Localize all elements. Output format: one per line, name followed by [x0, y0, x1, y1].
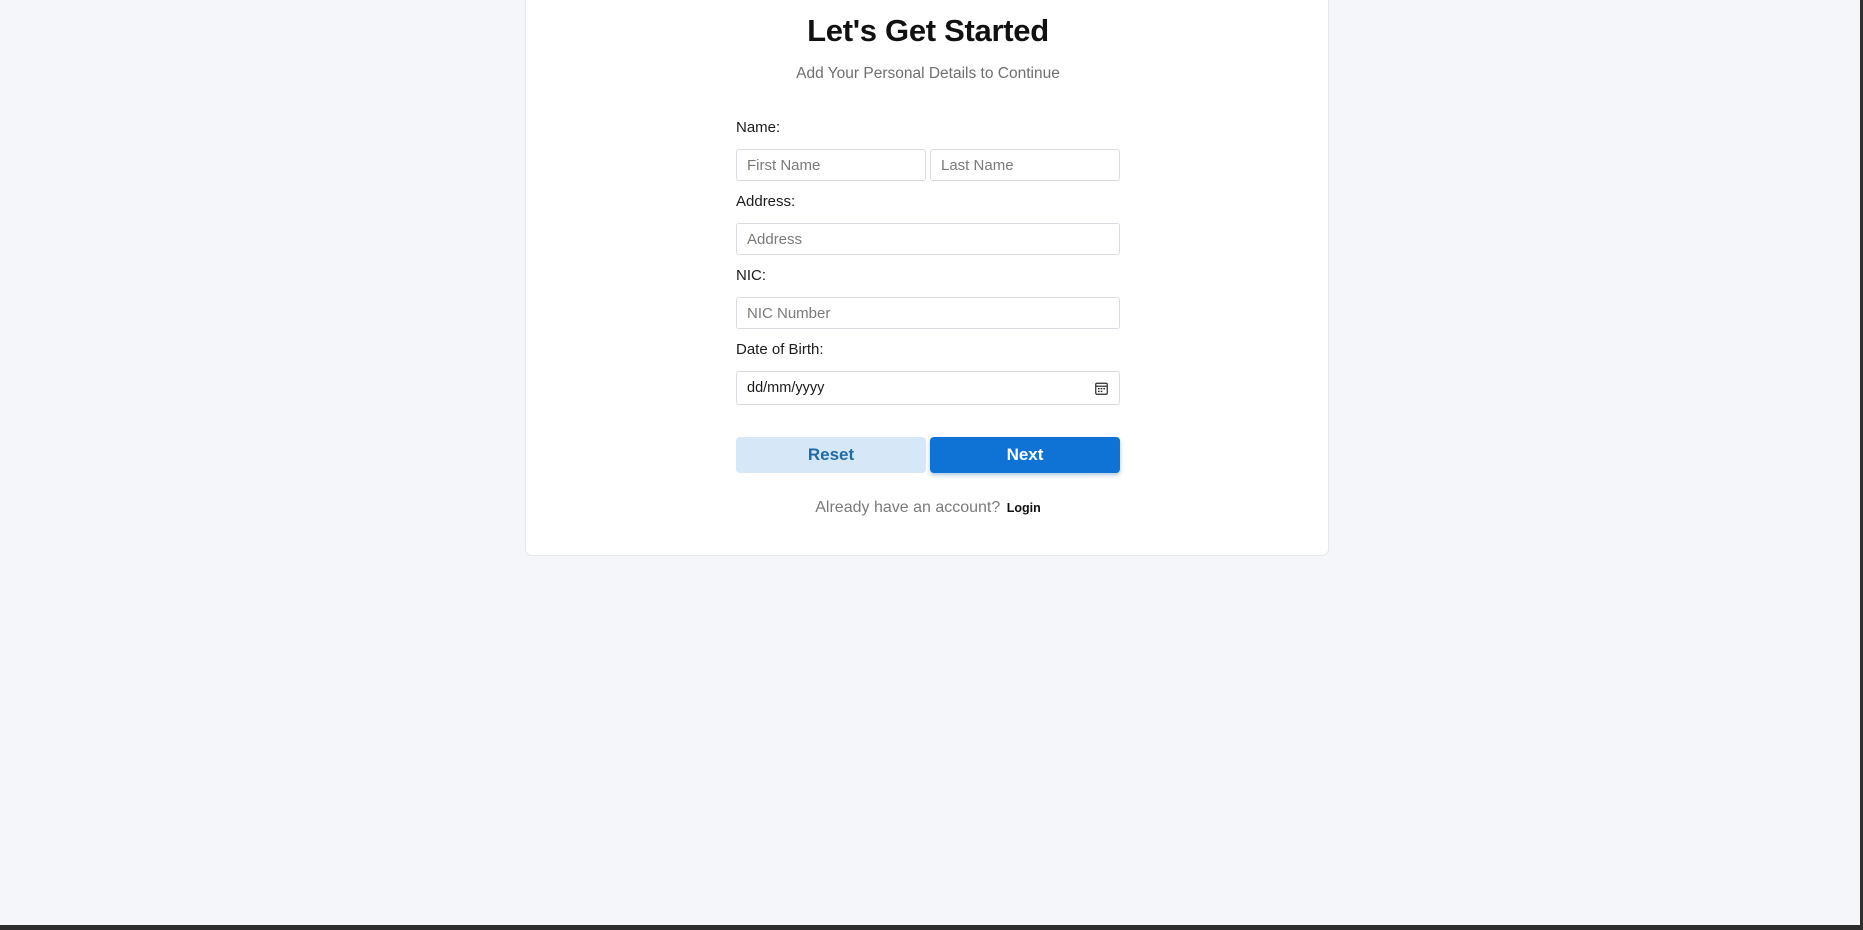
dob-input[interactable]: dd/mm/yyyy: [736, 371, 1120, 405]
signup-card: Let's Get Started Add Your Personal Deta…: [525, 0, 1329, 556]
login-prompt: Already have an account? Login: [526, 499, 1330, 517]
dob-placeholder: dd/mm/yyyy: [747, 380, 825, 396]
calendar-icon[interactable]: [1095, 382, 1108, 395]
nic-label: NIC:: [736, 267, 766, 284]
dob-label: Date of Birth:: [736, 341, 824, 358]
nic-input[interactable]: [736, 297, 1120, 329]
first-name-input[interactable]: [736, 149, 926, 181]
last-name-input[interactable]: [930, 149, 1120, 181]
page-viewport: Let's Get Started Add Your Personal Deta…: [0, 0, 1863, 930]
page-title: Let's Get Started: [807, 13, 1049, 48]
name-label: Name:: [736, 119, 781, 136]
address-label: Address:: [736, 193, 796, 210]
reset-button[interactable]: Reset: [736, 437, 926, 473]
login-link[interactable]: Login: [1007, 501, 1041, 515]
login-prompt-text: Already have an account?: [815, 499, 1001, 516]
page-subtitle: Add Your Personal Details to Continue: [796, 65, 1060, 82]
window-edge-bottom: [0, 925, 1863, 930]
address-input[interactable]: [736, 223, 1120, 255]
next-button[interactable]: Next: [930, 437, 1120, 473]
